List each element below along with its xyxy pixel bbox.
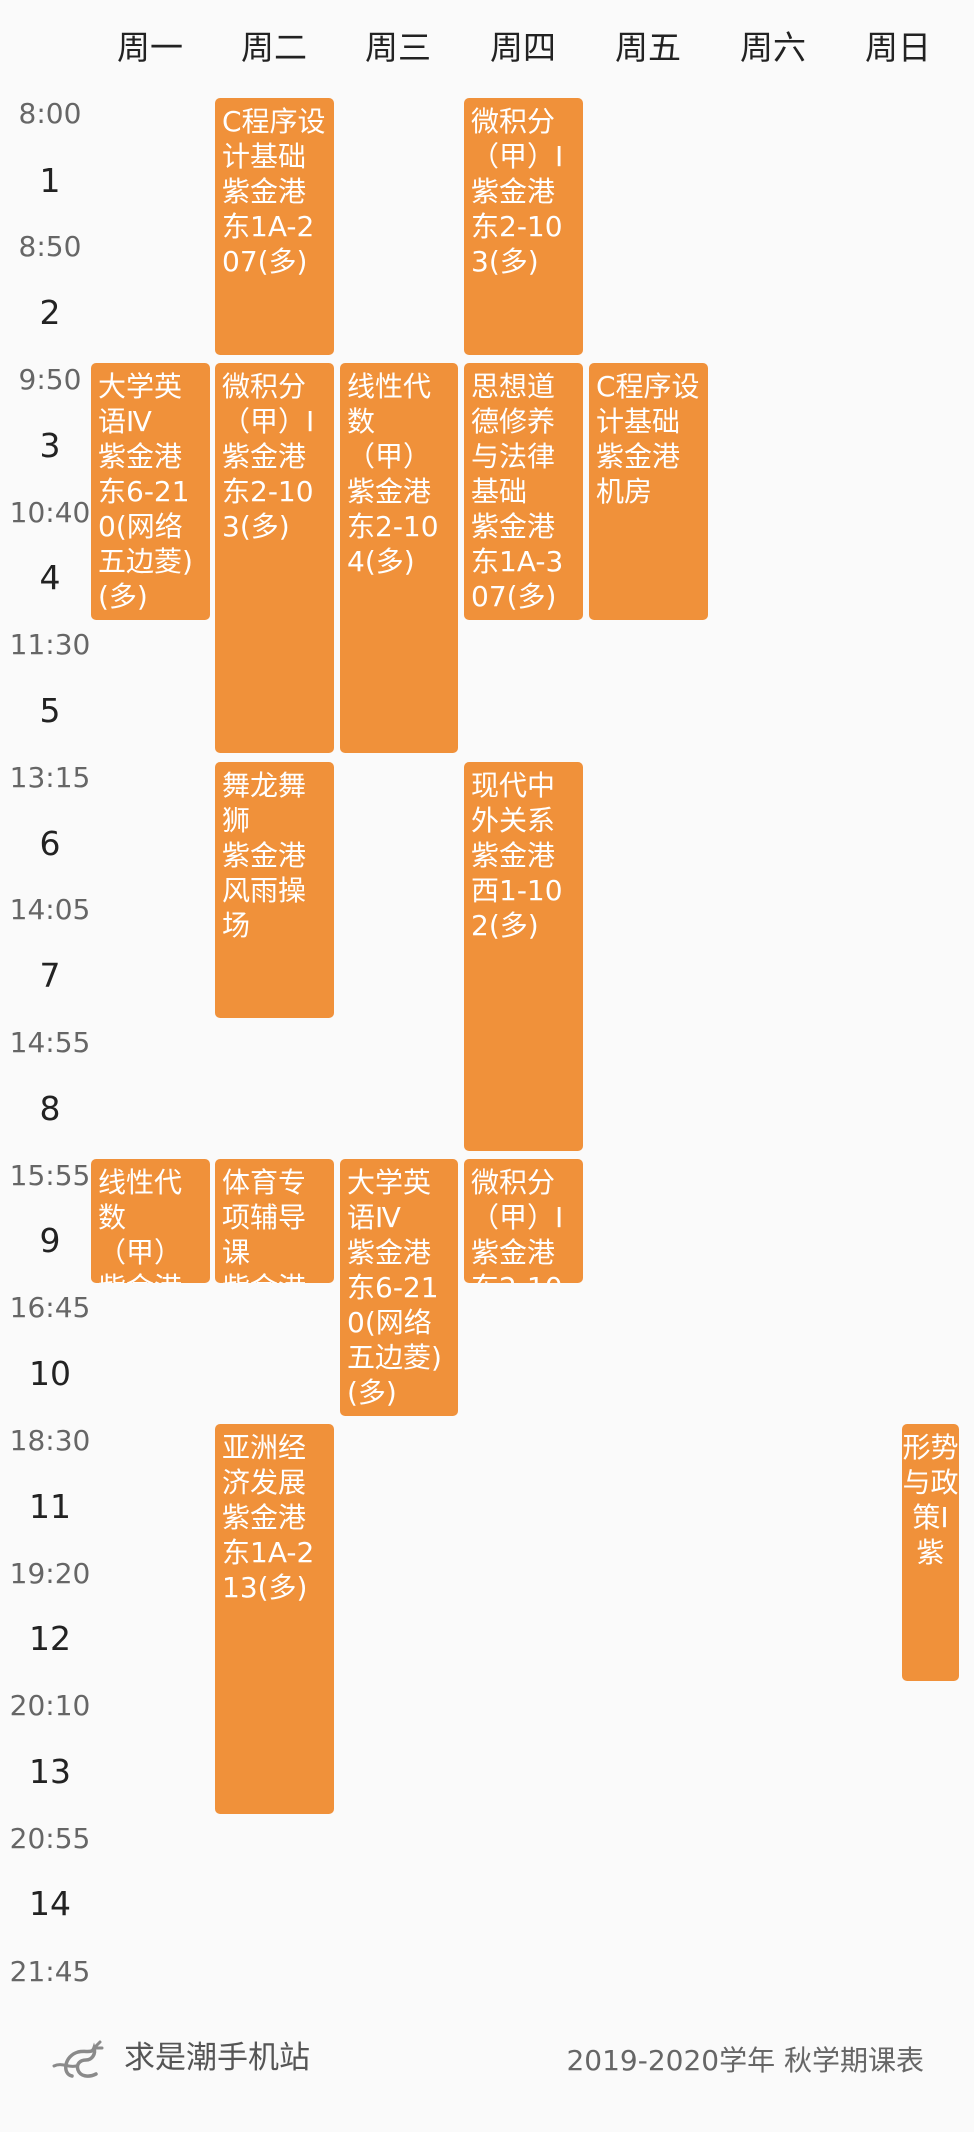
course-card[interactable]: 亚洲经济发展 紫金港东1A-213(多) (215, 1424, 334, 1814)
site-name: 求是潮手机站 (124, 2040, 310, 2076)
day-header-sat: 周六 (740, 28, 806, 67)
course-card[interactable]: 体育专项辅导课 紫金港 (215, 1159, 334, 1283)
period-number: 14 (29, 1884, 71, 1923)
term-title: 2019-2020学年 秋学期课表 (566, 2044, 924, 2077)
course-card[interactable]: 思想道德修养与法律基础 紫金港东1A-307(多) (464, 363, 583, 620)
period-number: 12 (29, 1619, 71, 1658)
course-card[interactable]: C程序设计基础 紫金港机房 (589, 363, 708, 620)
time-label: 18:30 (9, 1424, 91, 1457)
period-number: 3 (39, 426, 61, 465)
weekday-header: 周一 周二 周三 周四 周五 周六 周日 (0, 0, 974, 100)
time-label: 10:40 (9, 496, 91, 529)
period-number: 7 (39, 956, 61, 995)
period-number: 8 (39, 1089, 61, 1128)
time-label: 8:00 (18, 97, 82, 130)
period-number: 9 (39, 1221, 61, 1260)
period-number: 11 (29, 1487, 71, 1526)
course-card[interactable]: 形势与政策Ⅰ紫 (902, 1424, 959, 1681)
day-header-thu: 周四 (490, 28, 556, 67)
time-label: 20:55 (9, 1822, 91, 1855)
course-card[interactable]: 微积分（甲）Ⅰ 紫金港东2-103(多) (464, 98, 583, 355)
course-card[interactable]: 线性代数（甲） 紫金港东2-104(多) (91, 1159, 210, 1283)
period-number: 13 (29, 1752, 71, 1791)
period-number: 2 (39, 293, 61, 332)
day-header-mon: 周一 (117, 28, 183, 67)
time-label: 20:10 (9, 1689, 91, 1722)
course-card[interactable]: 大学英语Ⅳ 紫金港东6-210(网络五边菱)(多) (340, 1159, 458, 1416)
course-card[interactable]: C程序设计基础 紫金港东1A-207(多) (215, 98, 334, 355)
course-card[interactable]: 线性代数（甲） 紫金港东2-104(多) (340, 363, 458, 753)
period-number: 10 (29, 1354, 71, 1393)
time-column: 8:00 8:50 9:50 10:40 11:30 13:15 14:05 1… (0, 0, 100, 2000)
course-card[interactable]: 现代中外关系 紫金港西1-102(多) (464, 762, 583, 1151)
course-card[interactable]: 微积分（甲）Ⅰ 紫金港东2-103(多) (464, 1159, 583, 1283)
time-label: 14:55 (9, 1026, 91, 1059)
period-number: 1 (39, 161, 61, 200)
time-label: 11:30 (9, 628, 91, 661)
time-label: 14:05 (9, 893, 91, 926)
course-card[interactable]: 舞龙舞狮 紫金港风雨操场 (215, 762, 334, 1018)
time-label: 21:45 (9, 1955, 91, 1988)
day-header-fri: 周五 (615, 28, 681, 67)
period-number: 5 (39, 691, 61, 730)
day-header-tue: 周二 (241, 28, 307, 67)
time-label: 9:50 (18, 363, 82, 396)
time-label: 13:15 (9, 761, 91, 794)
period-number: 4 (39, 558, 61, 597)
day-header-sun: 周日 (865, 28, 931, 67)
time-label: 19:20 (9, 1557, 91, 1590)
wave-logo-icon (50, 2036, 106, 2082)
time-label: 8:50 (18, 230, 82, 263)
course-card[interactable]: 微积分（甲）Ⅰ 紫金港东2-103(多) (215, 363, 334, 753)
course-card[interactable]: 大学英语Ⅳ 紫金港东6-210(网络五边菱)(多) (91, 363, 210, 620)
period-number: 6 (39, 824, 61, 863)
day-header-wed: 周三 (365, 28, 431, 67)
time-label: 15:55 (9, 1159, 91, 1192)
footer: 求是潮手机站 2019-2020学年 秋学期课表 (0, 2030, 974, 2090)
time-label: 16:45 (9, 1291, 91, 1324)
